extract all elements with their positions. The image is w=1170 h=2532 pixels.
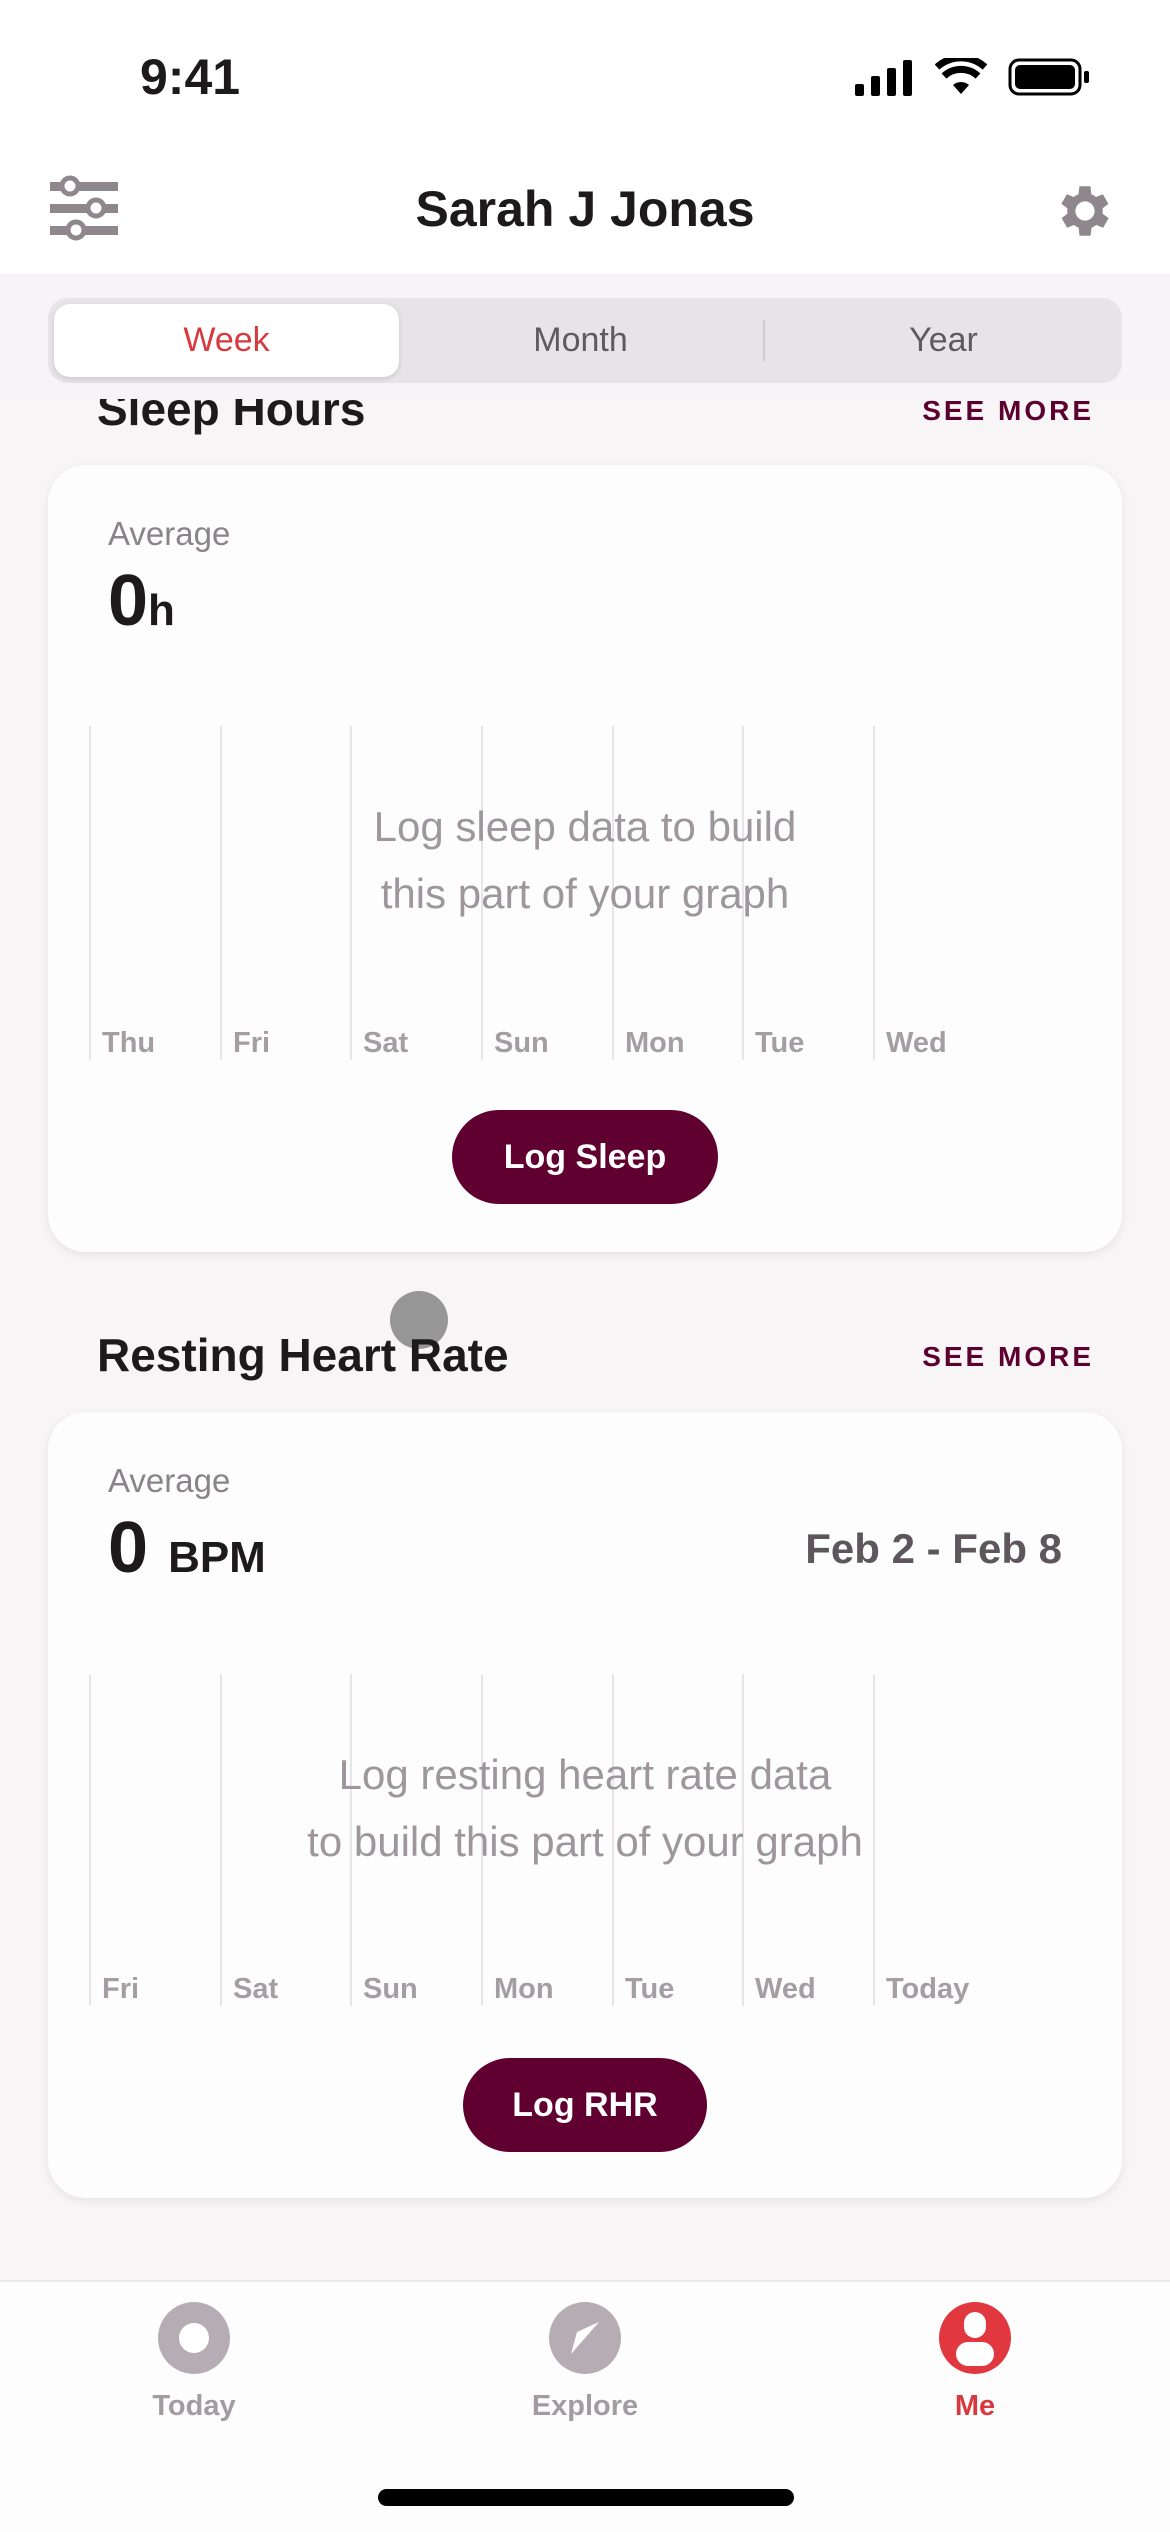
tab-explore[interactable]: Explore: [485, 2302, 685, 2423]
sleep-average-number: 0: [108, 561, 149, 641]
ring-icon: [158, 2302, 230, 2374]
day-label: Thu: [102, 1027, 156, 1059]
sleep-empty-message-1: Log sleep data to build: [373, 803, 797, 850]
rhr-empty-message-2: to build this part of your graph: [307, 1818, 863, 1865]
rhr-card: Average 0 BPM Feb 2 - Feb 8 Fri Sat Sun Mon…: [48, 1412, 1122, 2198]
date-range: Feb 2 - Feb 8: [805, 1525, 1062, 1572]
segment-year[interactable]: Year: [771, 304, 1116, 377]
day-label: Sat: [363, 1027, 409, 1059]
day-label: Fri: [102, 1973, 140, 2005]
rhr-average-unit: BPM: [168, 1533, 266, 1582]
rhr-average-label: Average: [108, 1462, 231, 1499]
tab-today[interactable]: Today: [94, 2302, 294, 2423]
day-label: Sun: [363, 1973, 418, 2005]
rhr-see-more-link[interactable]: SEE MORE: [922, 1341, 1094, 1373]
rhr-empty-message-1: Log resting heart rate data: [338, 1751, 832, 1798]
wifi-icon: [935, 58, 987, 94]
day-label: Wed: [755, 1973, 816, 2005]
compass-icon: [549, 2302, 621, 2374]
day-label: Mon: [494, 1973, 554, 2005]
home-indicator: [378, 2489, 794, 2506]
day-label: Today: [886, 1973, 970, 2005]
signal-icon: [855, 60, 912, 96]
day-label: Tue: [755, 1027, 805, 1059]
gear-icon[interactable]: [1052, 178, 1118, 244]
period-segmented-control: Week Month Year: [48, 298, 1122, 383]
tab-me-label: Me: [954, 2390, 996, 2422]
segment-week[interactable]: Week: [54, 304, 399, 377]
rhr-average-number: 0: [108, 1508, 149, 1588]
sleep-average-unit: h: [148, 586, 175, 635]
page-title: Sarah J Jonas: [415, 181, 755, 237]
tab-me[interactable]: Me: [875, 2302, 1075, 2423]
header: Sarah J Jonas: [0, 150, 1170, 274]
day-label: Fri: [233, 1027, 271, 1059]
sleep-empty-message-2: this part of your graph: [380, 870, 790, 917]
day-label: Mon: [625, 1027, 685, 1059]
battery-icon: [1008, 58, 1089, 96]
status-bar: 9:41: [0, 0, 1170, 150]
day-label: Sun: [494, 1027, 549, 1059]
rhr-average-value: 0 BPM: [108, 1507, 266, 1589]
segment-month[interactable]: Month: [408, 304, 753, 377]
tab-explore-label: Explore: [531, 2390, 639, 2422]
log-rhr-button[interactable]: Log RHR: [463, 2058, 707, 2152]
segment-divider: [763, 320, 765, 361]
sleep-see-more-link[interactable]: SEE MORE: [922, 395, 1094, 427]
sleep-average-label: Average: [108, 515, 231, 552]
status-time: 9:41: [140, 49, 241, 105]
log-sleep-button[interactable]: Log Sleep: [452, 1110, 718, 1204]
sleep-card: Average 0h Thu Fri Sat Sun Mon Tue Wed Log sle…: [48, 465, 1122, 1252]
tab-today-label: Today: [152, 2390, 236, 2422]
day-label: Sat: [233, 1973, 279, 2005]
person-icon: [939, 2302, 1011, 2374]
sleep-average-value: 0h: [108, 560, 175, 642]
day-label: Wed: [886, 1027, 947, 1059]
rhr-section-title: Resting Heart Rate: [97, 1329, 509, 1381]
day-label: Tue: [625, 1973, 675, 2005]
